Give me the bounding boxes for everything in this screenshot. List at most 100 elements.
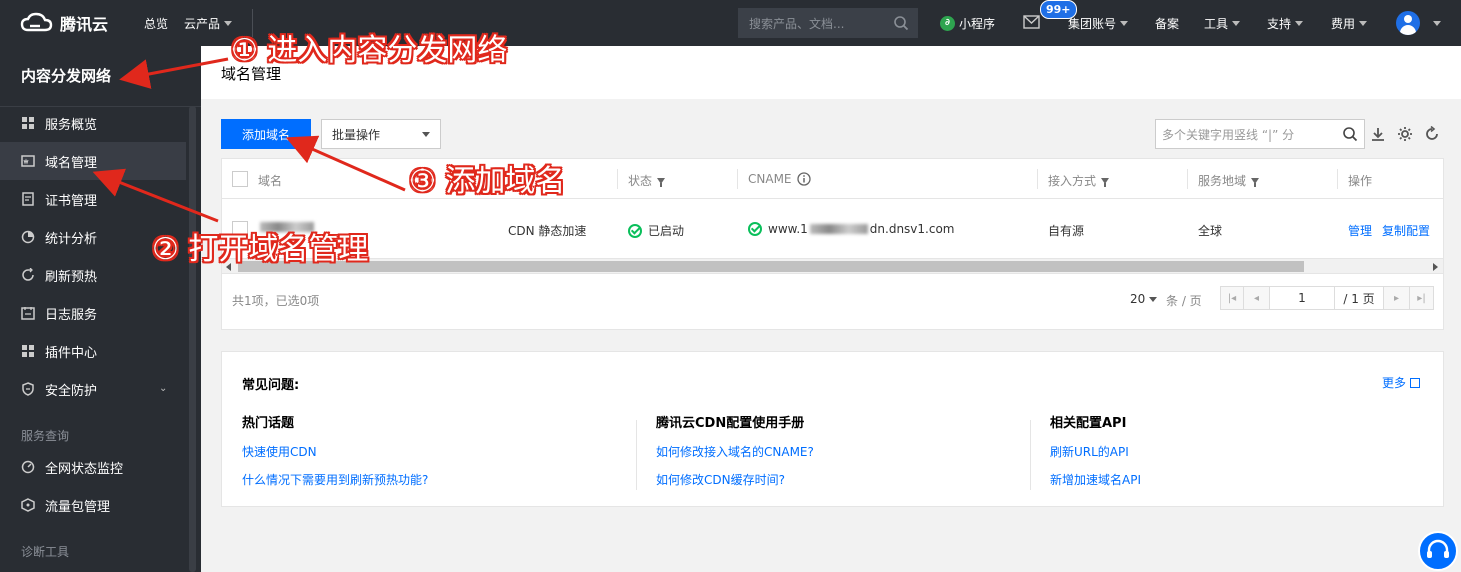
header-cname-label: CNAME	[748, 172, 792, 186]
nav-billing[interactable]: 费用	[1331, 0, 1368, 46]
horizontal-scrollbar[interactable]	[222, 258, 1443, 274]
chevron-down-icon[interactable]	[1433, 21, 1441, 26]
filter-icon[interactable]	[657, 177, 666, 187]
faq-link[interactable]: 刷新URL的API	[1050, 443, 1129, 460]
check-circle-icon	[748, 222, 762, 236]
faq-link[interactable]: 快速使用CDN	[242, 443, 317, 460]
shield-icon	[22, 382, 34, 396]
search-icon[interactable]	[1342, 126, 1358, 142]
batch-operation-select[interactable]: 批量操作	[321, 119, 441, 149]
page-size-select[interactable]: 20	[1130, 292, 1158, 306]
faq-link[interactable]: 什么情况下需要用到刷新预热功能?	[242, 471, 428, 488]
scrollbar-thumb[interactable]	[238, 261, 1304, 272]
gear-icon[interactable]	[1397, 126, 1413, 142]
certificate-icon	[22, 192, 34, 206]
add-domain-button[interactable]: 添加域名	[221, 119, 311, 149]
first-page-button[interactable]: |◂	[1220, 286, 1244, 310]
sidebar-item-package[interactable]: 流量包管理	[0, 486, 186, 524]
manage-link[interactable]: 管理	[1348, 222, 1372, 239]
faq-link[interactable]: 新增加速域名API	[1050, 471, 1141, 488]
brand-logo[interactable]: 腾讯云	[0, 11, 136, 35]
sidebar-item-label: 统计分析	[45, 231, 98, 247]
sidebar-group-diagnose: 诊断工具	[21, 545, 70, 559]
sidebar-item-certificate[interactable]: 证书管理	[0, 180, 186, 218]
cloud-logo-icon	[20, 12, 53, 32]
mini-program-icon: ∂	[940, 15, 955, 31]
nav-tools[interactable]: 工具	[1204, 0, 1241, 46]
page-size-value: 20	[1130, 292, 1146, 306]
sidebar-item-plugins[interactable]: 插件中心	[0, 332, 186, 370]
sidebar-item-monitor[interactable]: 全网状态监控	[0, 448, 186, 486]
per-page-label: 条 / 页	[1166, 294, 1202, 308]
sidebar-item-logs[interactable]: 日志服务	[0, 294, 186, 332]
nav-account[interactable]: 集团账号	[1068, 0, 1129, 46]
sidebar-item-label: 流量包管理	[45, 499, 111, 515]
sidebar-item-label: 域名管理	[45, 155, 98, 171]
info-icon[interactable]	[796, 172, 811, 186]
header-status[interactable]: 状态	[628, 172, 666, 189]
chevron-down-icon	[422, 132, 430, 137]
refresh-icon	[22, 268, 34, 281]
copy-config-link[interactable]: 复制配置	[1382, 222, 1430, 239]
monitor-icon	[21, 460, 35, 474]
keyword-search-input[interactable]: 多个关键字用竖线 “|” 分	[1155, 119, 1365, 149]
header-access[interactable]: 接入方式	[1048, 172, 1110, 189]
prev-page-icon: ◂	[1253, 292, 1260, 304]
cname-prefix: www.1	[768, 222, 808, 236]
chevron-down-icon: ⌄	[159, 383, 168, 394]
column-divider	[1187, 169, 1188, 189]
nav-billing-label: 费用	[1331, 16, 1356, 31]
grid-icon	[22, 117, 34, 129]
select-all-checkbox[interactable]	[232, 171, 248, 187]
next-page-button[interactable]: ▸	[1383, 286, 1410, 310]
sidebar-item-label: 证书管理	[45, 193, 98, 209]
actions-cell: 管理 复制配置	[1348, 222, 1430, 239]
download-icon[interactable]	[1370, 126, 1386, 142]
sidebar-title[interactable]: 内容分发网络	[21, 65, 111, 86]
header-status-label: 状态	[628, 174, 653, 188]
sidebar-item-label: 插件中心	[45, 345, 98, 361]
mini-program-link[interactable]: ∂ 小程序	[940, 0, 995, 46]
search-icon[interactable]	[893, 15, 909, 31]
filter-icon[interactable]	[1101, 177, 1110, 187]
header-actions: 操作	[1348, 174, 1373, 188]
brand-name: 腾讯云	[60, 15, 109, 34]
nav-support[interactable]: 支持	[1267, 0, 1304, 46]
sidebar-item-label: 服务概览	[45, 117, 98, 133]
cname-cell: www.1 dn.dnsv1.com	[748, 222, 955, 236]
refresh-icon[interactable]	[1424, 126, 1440, 142]
nav-tools-label: 工具	[1204, 16, 1229, 31]
header-region[interactable]: 服务地域	[1198, 172, 1260, 189]
avatar-body	[1400, 25, 1416, 35]
faq-link[interactable]: 如何修改CDN缓存时间?	[656, 471, 785, 488]
chevron-down-icon	[1295, 20, 1304, 26]
page-number-input[interactable]: 1	[1269, 286, 1335, 310]
nav-overview[interactable]: 总览	[136, 0, 176, 46]
scroll-right-icon[interactable]	[1433, 263, 1438, 271]
user-avatar[interactable]	[1396, 11, 1420, 35]
status-cell: 已启动	[628, 222, 684, 239]
support-chat-button[interactable]	[1418, 531, 1458, 571]
nav-filing[interactable]: 备案	[1155, 0, 1179, 46]
annotation-step2: ② 打开域名管理	[152, 232, 369, 267]
table-row: CDN 静态加速 已启动 www.1 dn.dnsv1.com 自有源 全球 管理…	[222, 200, 1443, 258]
service-type-cell: CDN 静态加速	[508, 224, 587, 238]
faq-link[interactable]: 如何修改接入域名的CNAME?	[656, 443, 814, 460]
chevron-down-icon	[1359, 20, 1368, 26]
sidebar-item-security[interactable]: 安全防护 ⌄	[0, 370, 186, 408]
annotation-step3: ③ 添加域名	[409, 164, 566, 199]
plugin-icon	[22, 345, 34, 357]
sidebar: 内容分发网络 服务概览 域名管理 证书管理 统计分析 刷新预热 日志服务 插件中…	[0, 46, 201, 572]
chevron-down-icon	[1149, 296, 1158, 302]
more-link[interactable]: 更多	[1382, 374, 1421, 391]
table-header: 域名 状态 CNAME 接入方式 服务地域 操作	[222, 159, 1443, 199]
filter-icon[interactable]	[1251, 177, 1260, 187]
last-page-button[interactable]: ▸|	[1409, 286, 1434, 310]
sidebar-item-domain[interactable]: 域名管理	[0, 142, 186, 180]
prev-page-button[interactable]: ◂	[1243, 286, 1270, 310]
sidebar-scrollbar[interactable]	[189, 106, 196, 572]
sidebar-item-label: 日志服务	[45, 307, 98, 323]
mail-icon[interactable]	[1023, 15, 1040, 29]
global-search-input[interactable]: 搜索产品、文档...	[738, 8, 918, 38]
sidebar-item-overview[interactable]: 服务概览	[0, 104, 186, 142]
